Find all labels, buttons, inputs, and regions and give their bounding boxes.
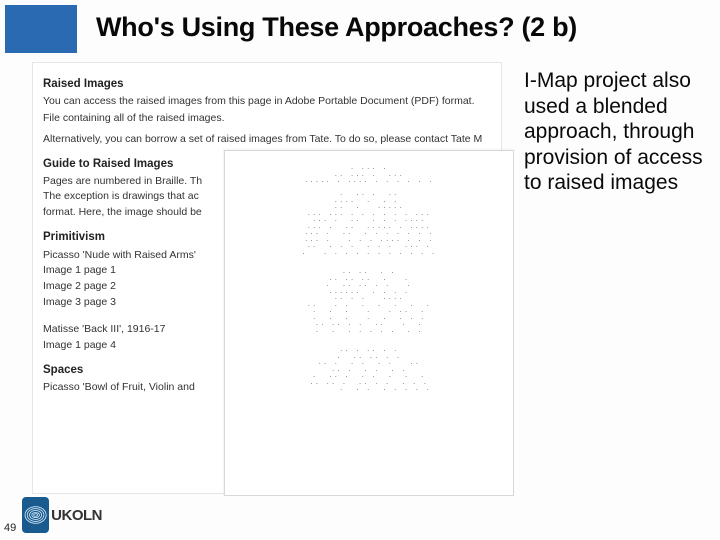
paragraph: Alternatively, you can borrow a set of r… xyxy=(43,133,491,147)
page-number: 49 xyxy=(4,522,16,534)
slide-body-text: I-Map project also used a blended approa… xyxy=(524,68,704,196)
paragraph: You can access the raised images from th… xyxy=(43,95,491,109)
accent-block xyxy=(5,5,77,53)
swirl-icon xyxy=(22,497,49,533)
logo-text: UKOLN xyxy=(51,507,102,524)
brand-logo: UKOLN xyxy=(22,494,102,536)
link-text: File containing all of the raised images… xyxy=(43,112,491,126)
slide-title: Who's Using These Approaches? (2 b) xyxy=(96,12,577,43)
braille-dot-art: . ... . .. ... . ... ..... . .... . . . … xyxy=(241,165,497,393)
section-heading-raised: Raised Images xyxy=(43,77,491,92)
braille-overlay: . ... . .. ... . ... ..... . .... . . . … xyxy=(224,150,514,496)
